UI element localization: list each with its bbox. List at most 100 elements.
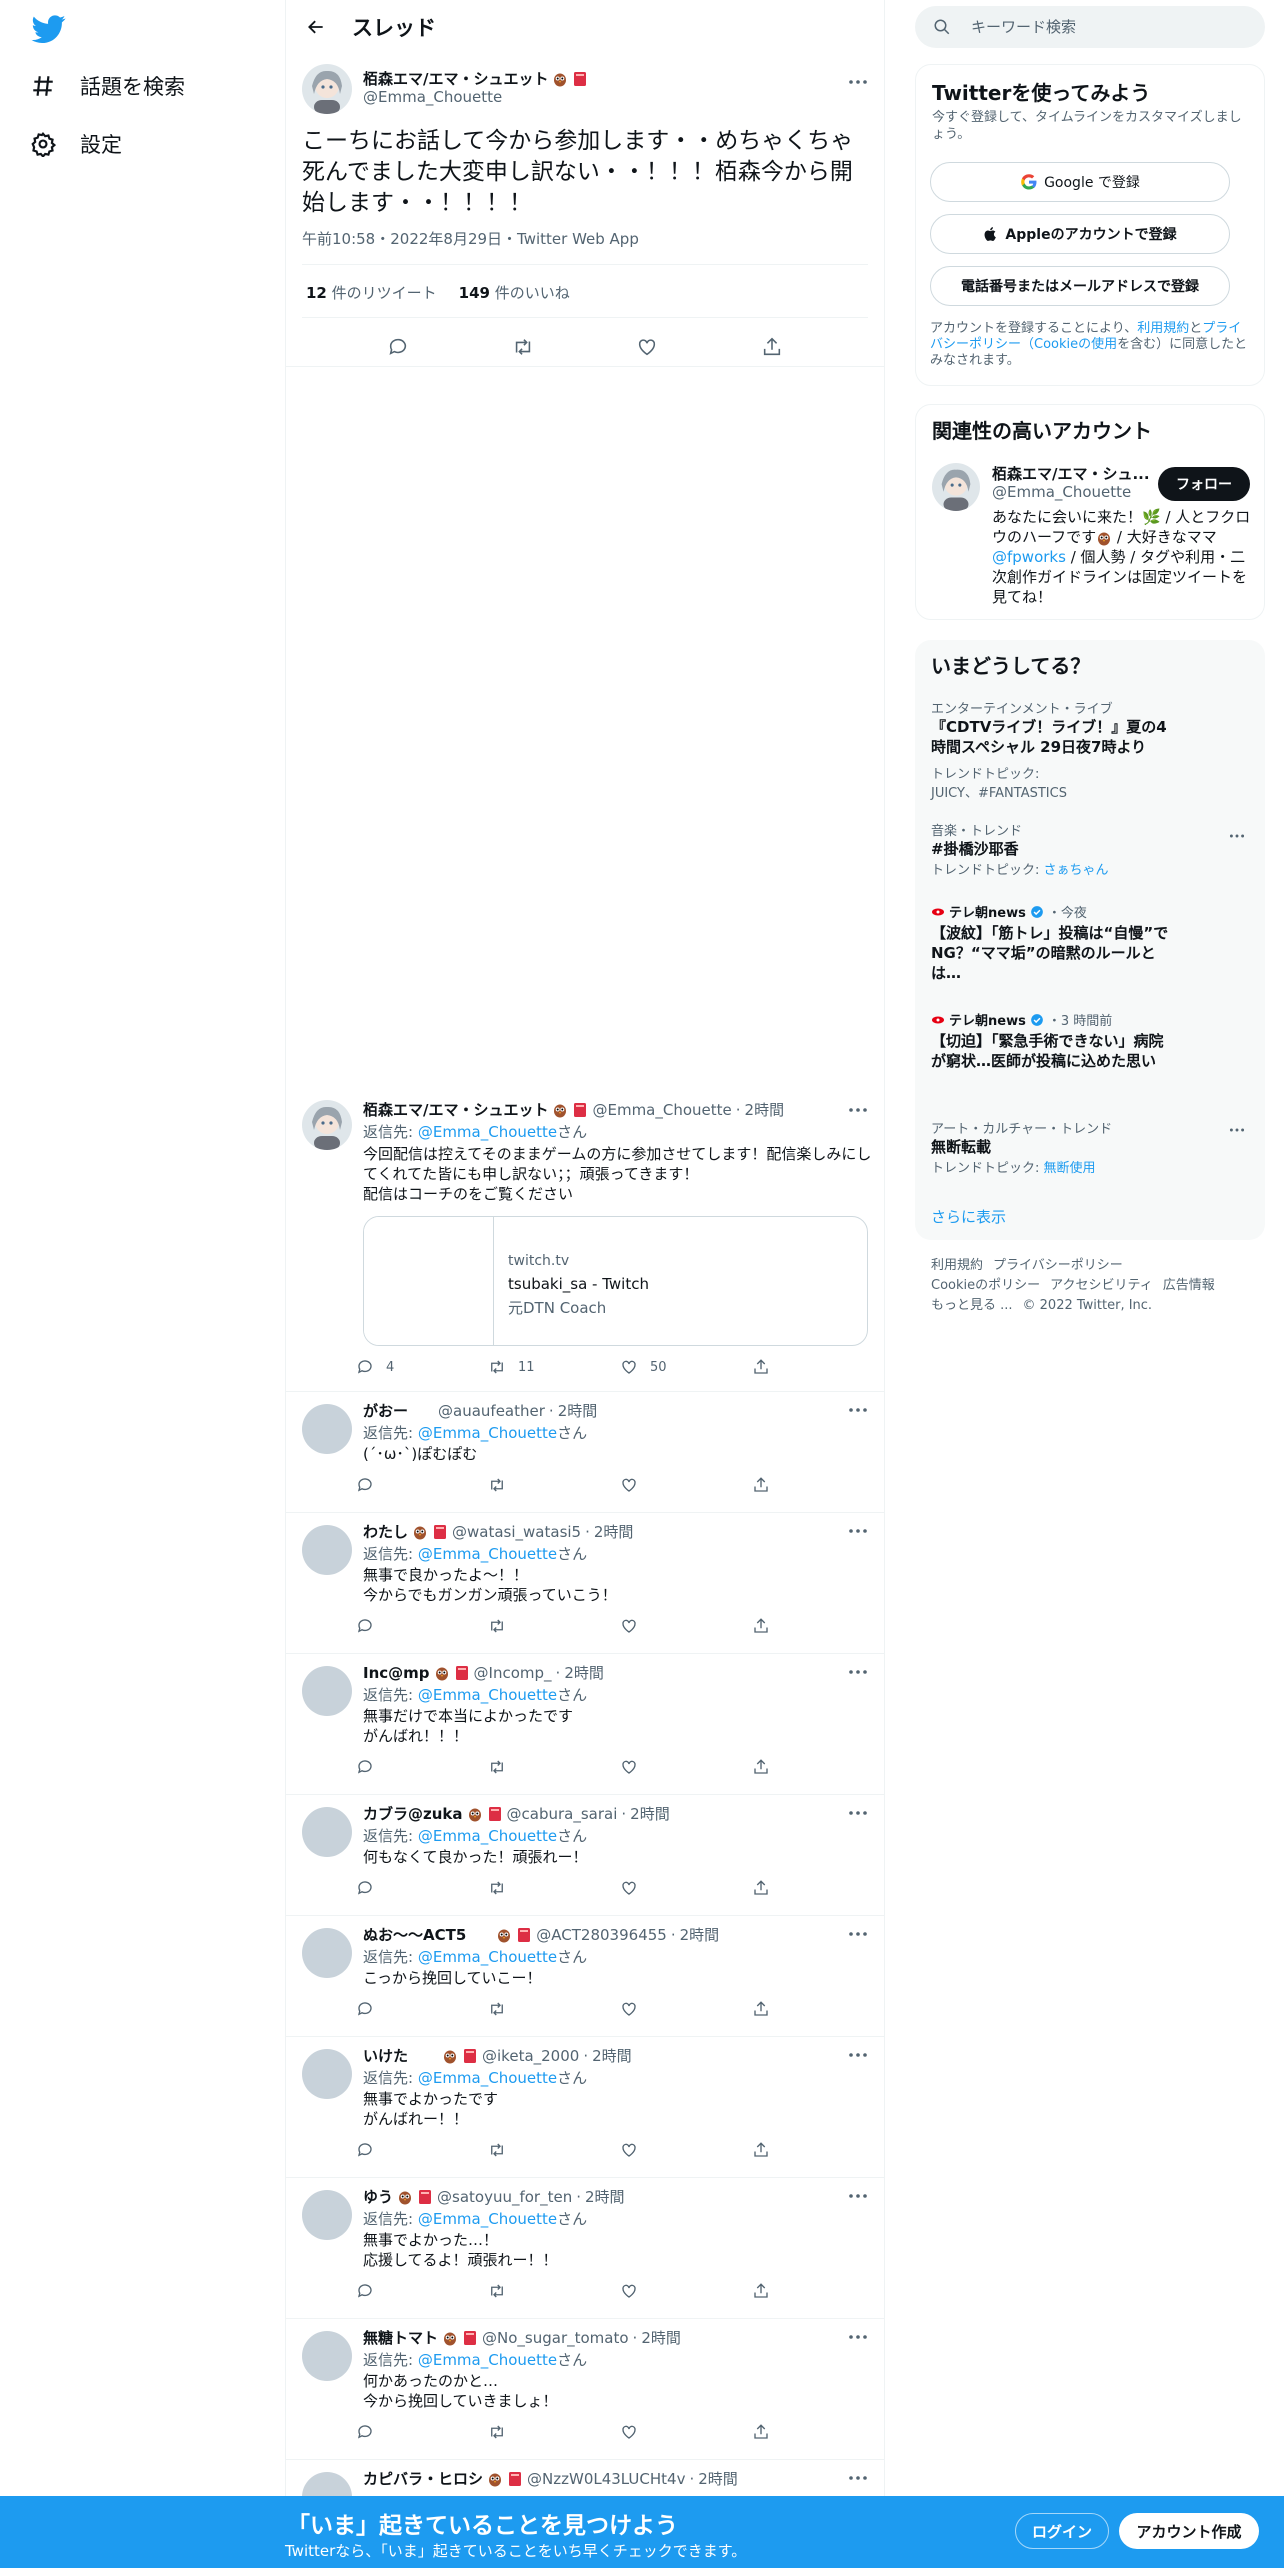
more-options-icon[interactable] [846,1400,870,1420]
trend-sub-links[interactable]: 無断使用 [1044,1161,1096,1176]
avatar[interactable] [302,1525,352,1575]
back-button[interactable] [296,7,336,47]
more-options-icon[interactable] [846,2468,870,2488]
like-button[interactable] [620,2282,752,2300]
reply-time[interactable]: 2時間 [641,2327,681,2348]
reply-button[interactable] [356,2423,488,2441]
reply-time[interactable]: 2時間 [630,1803,670,1824]
reply-author-handle[interactable]: @cabura_sarai [507,1805,618,1823]
link-card[interactable]: twitch.tv tsubaki_sa - Twitch 元DTN Coach [363,1216,868,1346]
bio-mention[interactable]: @fpworks [992,548,1066,566]
reply-button[interactable] [356,2000,488,2018]
share-button[interactable] [752,1879,884,1897]
reply-button[interactable]: 4 [356,1358,488,1376]
retweet-button[interactable] [488,2141,620,2159]
login-button[interactable]: ログイン [1015,2513,1109,2549]
reply-time[interactable]: 2時間 [698,2468,738,2489]
reply-to-mention[interactable]: @Emma_Chouette [418,1123,557,1141]
more-options-icon[interactable] [1227,828,1247,844]
reply-tweet[interactable]: ゆう @satoyuu_for_ten · 2時間 返信先: @Emma_Chouett… [286,2178,884,2319]
reply-tweet[interactable]: いけた @iketa_2000 · 2時間 返信先: @Emma_Chouetteさん無… [286,2037,884,2178]
news-item[interactable]: テレ朝news ・今夜 【波紋】「筋トレ」投稿は“自慢”でNG？“ママ垢”の暗黙… [931,902,1251,983]
reply-author-name[interactable]: ぬお〜〜ACT5 [363,1924,466,1945]
google-signup-button[interactable]: Google で登録 [930,162,1230,202]
reply-button[interactable] [356,1758,488,1776]
author-handle[interactable]: @Emma_Chouette [363,88,502,106]
share-button[interactable] [752,1358,884,1376]
footer-privacy-link[interactable]: プライバシーポリシー [993,1258,1123,1273]
more-options-icon[interactable] [846,2045,870,2065]
more-options-icon[interactable] [846,1521,870,1541]
like-button[interactable] [620,1879,752,1897]
trend-item[interactable]: 音楽・トレンド #掛橋沙耶香 トレンドトピック: さぁちゃん [931,820,1251,878]
retweet-button[interactable]: 11 [488,1358,620,1376]
search-bar[interactable] [915,6,1265,48]
avatar[interactable] [302,1666,352,1716]
share-button[interactable] [752,1617,884,1635]
related-account-handle[interactable]: @Emma_Chouette [992,483,1131,501]
reply-to-mention[interactable]: @Emma_Chouette [418,1545,557,1563]
retweet-stat[interactable]: 12 件のリツイート [306,282,437,303]
reply-author-name[interactable]: わたし [363,1521,408,1542]
reply-author-handle[interactable]: @satoyuu_for_ten [437,2188,572,2206]
retweet-button[interactable] [488,1879,620,1897]
share-button[interactable] [752,1758,884,1776]
reply-time[interactable]: 2時間 [592,2045,632,2066]
reply-to-mention[interactable]: @Emma_Chouette [418,1424,557,1442]
reply-tweet[interactable]: がおー @auaufeather · 2時間 返信先: @Emma_Chouetteさん… [286,1392,884,1513]
footer-more-link[interactable]: もっと見る ... [931,1298,1013,1313]
retweet-button[interactable] [488,2000,620,2018]
avatar[interactable] [932,463,980,511]
show-more-link[interactable]: さらに表示 [931,1206,1006,1227]
more-options-icon[interactable] [846,1100,870,1120]
footer-ads-link[interactable]: 広告情報 [1163,1278,1215,1293]
retweet-button[interactable] [488,1617,620,1635]
avatar[interactable] [302,1928,352,1978]
like-button[interactable] [620,1617,752,1635]
trend-sub-links[interactable]: JUICY、#FANTASTICS [931,782,1251,801]
reply-author-handle[interactable]: @Emma_Chouette [592,1101,731,1119]
phone-email-signup-button[interactable]: 電話番号またはメールアドレスで登録 [930,266,1230,306]
reply-author-name[interactable]: カブラ@zuka [363,1803,463,1824]
reply-author-handle[interactable]: @Incomp_ [474,1664,552,1682]
trend-item[interactable]: エンターテインメント・ライブ 『CDTVライブ！ライブ！』夏の4時間スペシャル … [931,698,1251,801]
reply-tweet[interactable]: 無糖トマト @No_sugar_tomato · 2時間 返信先: @Emma_Chou… [286,2319,884,2460]
footer-terms-link[interactable]: 利用規約 [931,1258,983,1273]
reply-time[interactable]: 2時間 [585,2186,625,2207]
more-options-icon[interactable] [1227,1122,1247,1138]
avatar[interactable] [302,2049,352,2099]
share-button[interactable] [752,2423,884,2441]
follow-button[interactable]: フォロー [1158,467,1250,501]
share-button[interactable] [752,1476,884,1494]
reply-author-handle[interactable]: @ACT280396455 [536,1926,667,1944]
reply-tweet[interactable]: 栢森エマ/エマ・シュエット @Emma_Chouette · 2時間 返信先: … [286,1094,884,1392]
reply-time[interactable]: 2時間 [745,1099,785,1120]
reply-button[interactable] [356,1879,488,1897]
reply-time[interactable]: 2時間 [680,1924,720,1945]
reply-author-handle[interactable]: @iketa_2000 [482,2047,579,2065]
reply-button[interactable] [356,2141,488,2159]
more-options-icon[interactable] [846,72,870,92]
share-button[interactable] [755,330,789,364]
reply-author-handle[interactable]: @watasi_watasi5 [452,1523,581,1541]
share-button[interactable] [752,2141,884,2159]
reply-time[interactable]: 2時間 [564,1662,604,1683]
reply-button[interactable] [381,330,415,364]
reply-author-handle[interactable]: @NzzW0L43LUCHt4v [527,2470,685,2488]
reply-to-mention[interactable]: @Emma_Chouette [418,2069,557,2087]
reply-to-mention[interactable]: @Emma_Chouette [418,1827,557,1845]
like-button[interactable]: 50 [620,1358,752,1376]
reply-tweet[interactable]: わたし @watasi_watasi5 · 2時間 返信先: @Emma_Chouett… [286,1513,884,1654]
like-button[interactable] [620,1758,752,1776]
avatar[interactable] [302,2331,352,2381]
reply-to-mention[interactable]: @Emma_Chouette [418,1686,557,1704]
retweet-button[interactable] [488,1758,620,1776]
more-options-icon[interactable] [846,1662,870,1682]
like-button[interactable] [620,2141,752,2159]
reply-author-name[interactable]: Inc@mp [363,1664,430,1682]
trend-sub-links[interactable]: さぁちゃん [1044,863,1109,878]
avatar[interactable] [302,64,352,114]
apple-signup-button[interactable]: Appleのアカウントで登録 [930,214,1230,254]
reply-time[interactable]: 2時間 [594,1521,634,1542]
author-name-row[interactable]: 栢森エマ/エマ・シュエット [363,68,588,89]
